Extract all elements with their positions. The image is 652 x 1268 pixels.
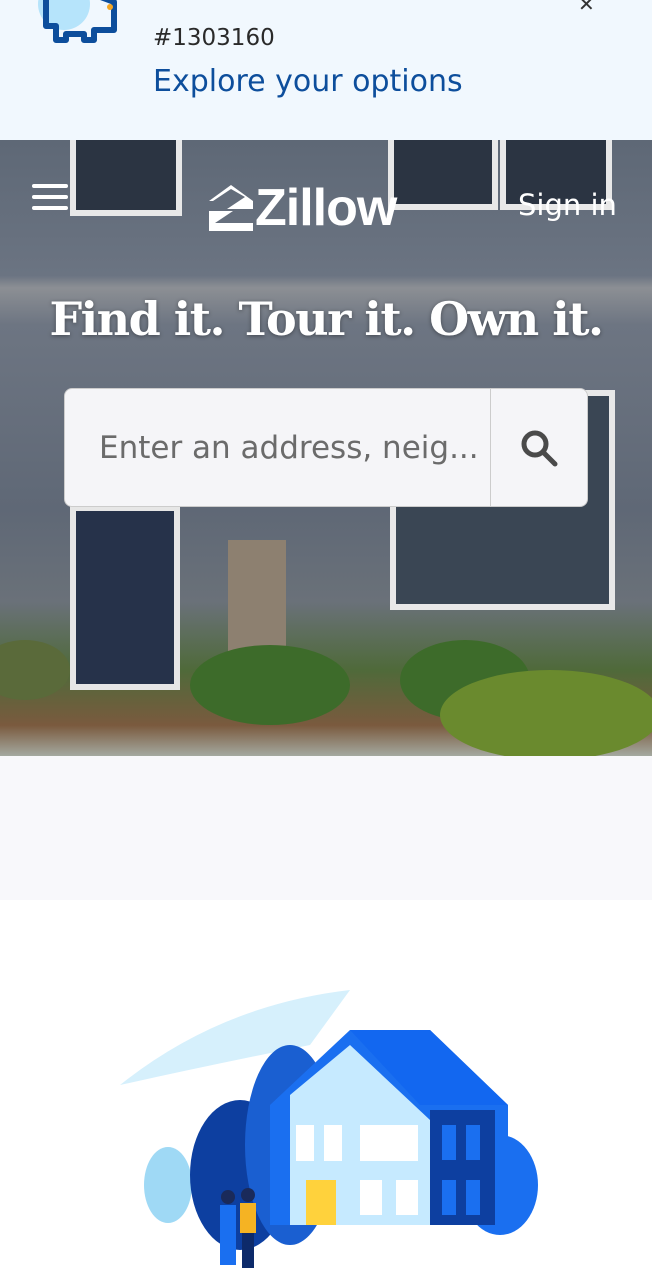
search-icon xyxy=(521,430,558,466)
piggy-bank-icon xyxy=(38,0,117,43)
house-illustration xyxy=(120,990,538,1268)
spacer-section xyxy=(0,756,652,900)
promo-code: #1303160 xyxy=(153,25,275,51)
house-door xyxy=(70,505,180,690)
address-search-input[interactable] xyxy=(65,389,490,506)
zillow-logo-icon xyxy=(209,185,253,231)
bush xyxy=(190,645,350,725)
hero-headline: Find it. Tour it. Own it. xyxy=(49,292,604,346)
bush xyxy=(440,670,652,756)
bush xyxy=(0,640,70,700)
search-button[interactable] xyxy=(490,389,587,506)
menu-icon[interactable] xyxy=(32,184,68,214)
house-window xyxy=(388,140,498,210)
explore-options-link[interactable]: Explore your options xyxy=(153,64,463,99)
sign-in-link[interactable]: Sign in xyxy=(518,188,617,222)
zillow-logo[interactable]: Zillow xyxy=(207,178,397,238)
close-icon[interactable]: ✕ xyxy=(578,0,595,16)
search-bar xyxy=(64,388,588,507)
promo-banner: ✕ #1303160 Explore your options xyxy=(0,0,652,140)
house-window xyxy=(70,140,182,216)
brand-name: Zillow xyxy=(255,179,397,237)
